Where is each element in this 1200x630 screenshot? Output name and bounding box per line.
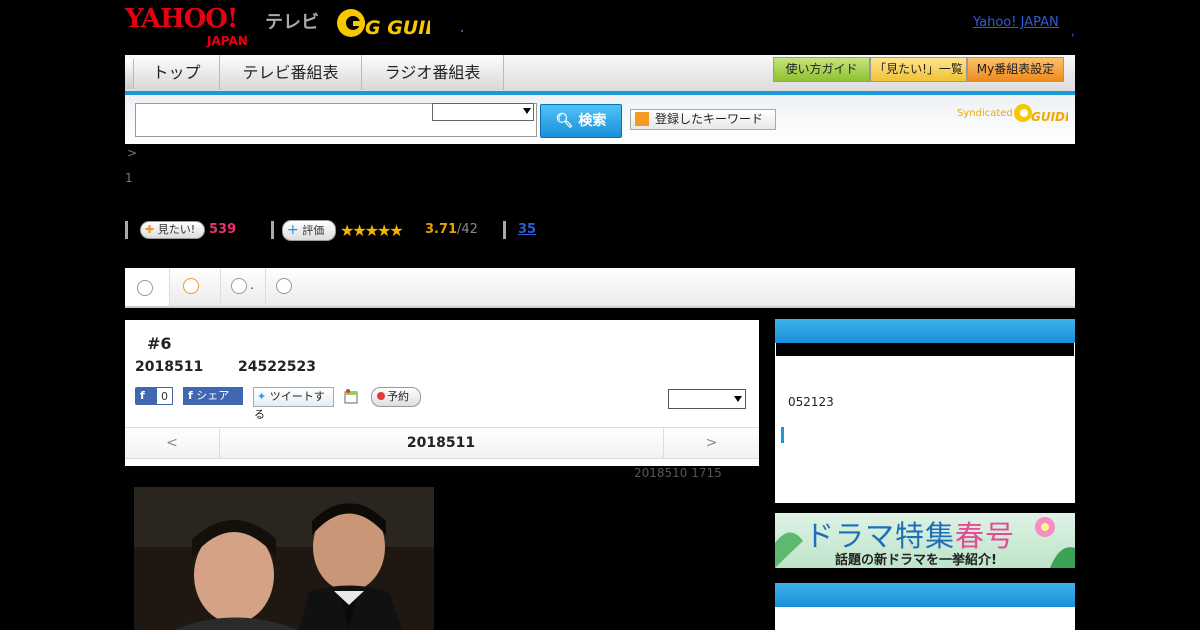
rating-value: 3.71 [425, 222, 458, 237]
header-divider [461, 30, 463, 32]
plus-icon: ✚ [145, 223, 155, 236]
banner-title-main: ドラマ特集 [805, 519, 956, 553]
search-button[interactable]: 🔍︎ 検索 [540, 104, 622, 138]
rating-count: /42 [457, 222, 478, 237]
breadcrumb: > [127, 146, 138, 160]
gguide-logo-text: G GUIDE [365, 17, 430, 39]
dropdown-arrow-icon [635, 112, 649, 126]
broadcast-date: 2018511 [135, 359, 204, 375]
facebook-like-button[interactable]: f 0 [135, 387, 173, 405]
info-box: 052123 [775, 319, 1075, 503]
banner-title-accent: 春号 [955, 519, 1016, 553]
breadcrumb-sub: 1 [125, 171, 133, 185]
drama-feature-banner[interactable]: ドラマ特集春号 話題の新ドラマを一挙紹介! [775, 513, 1075, 568]
facebook-share-label: シェア [196, 389, 230, 402]
gguide-logo[interactable]: G GUIDE [335, 6, 430, 40]
info-box-header [775, 319, 1075, 343]
nav-tab-top[interactable]: トップ [134, 55, 220, 90]
facebook-icon: f [140, 389, 145, 402]
facebook-icon: f [188, 389, 193, 402]
facebook-share-button[interactable]: f シェア [183, 387, 243, 405]
tab-3[interactable] [221, 268, 266, 306]
tv-logo[interactable]: テレビ [265, 8, 319, 34]
search-category-select[interactable] [432, 103, 534, 121]
next-day-button[interactable]: > [663, 428, 759, 458]
tab-1[interactable] [125, 268, 170, 306]
reviews-link[interactable]: 35 [518, 222, 536, 237]
secondary-box [775, 583, 1075, 630]
search-button-label: 検索 [578, 113, 607, 129]
program-photo [134, 487, 434, 630]
chevron-down-icon [734, 396, 742, 402]
banner-subtitle: 話題の新ドラマを一挙紹介! [835, 553, 997, 568]
program-card: #6 2018511 24522523 f 0 f シェア ✦ ツイートする 予… [125, 320, 759, 466]
secondary-box-header [775, 583, 1075, 607]
program-action-select[interactable] [668, 389, 746, 409]
yahoo-japan-link[interactable]: Yahoo! JAPAN [973, 15, 1059, 30]
saved-keywords-label: 登録したキーワード [655, 112, 764, 126]
add-calendar-icon[interactable] [344, 388, 358, 404]
twitter-icon: ✦ [257, 390, 267, 403]
want-button-label: 見たい! [157, 223, 196, 236]
syndicated-label: Syndicated [957, 108, 1013, 119]
updated-timestamp: 2018510 1715 [634, 466, 722, 480]
chevron-down-icon [523, 108, 531, 114]
reserve-label: 予約 [387, 390, 409, 403]
program-tabs: . [125, 268, 1075, 308]
want-count: 539 [209, 222, 237, 237]
program-photo-image [134, 487, 434, 630]
syndicated-logo-text: GUIDE [1031, 110, 1068, 124]
info-box-title-bar [776, 343, 1074, 356]
usage-guide-button[interactable]: 使い方ガイド [773, 57, 870, 82]
yahoo-logo-japan: JAPAN [207, 34, 248, 48]
nav-tab-radio-guide[interactable]: ラジオ番組表 [362, 55, 504, 90]
play-icon [183, 278, 199, 294]
nav-tab-tv-guide[interactable]: テレビ番組表 [220, 55, 362, 90]
rate-button-label: 評価 [302, 224, 325, 237]
want-button[interactable]: ✚ 見たい! [140, 221, 205, 239]
tab-4[interactable] [266, 268, 310, 306]
info-box-marker [781, 427, 784, 443]
info-box-text: 052123 [788, 395, 834, 409]
yahoo-logo[interactable]: YAHOO! JAPAN [125, 6, 248, 48]
nav-edge [125, 59, 134, 89]
episode-number: #6 [147, 334, 172, 353]
tweet-button[interactable]: ✦ ツイートする [253, 387, 334, 421]
broadcast-time: 24522523 [238, 359, 316, 375]
record-icon [377, 392, 385, 400]
rating-stars: ★★★★★ [340, 221, 404, 240]
stats-divider [503, 221, 506, 239]
play-icon [231, 278, 247, 294]
want-list-button[interactable]: 「見たい!」一覧 [870, 57, 967, 82]
reserve-button[interactable]: 予約 [371, 387, 421, 407]
syndicated-gguide-logo: GUIDE [1014, 104, 1068, 124]
chevron-down-icon [137, 280, 153, 296]
stats-divider [271, 221, 274, 239]
search-icon: 🔍︎ [555, 113, 574, 129]
pager-date: 2018511 [406, 435, 476, 451]
plus-icon: + [287, 222, 299, 238]
tab-2[interactable]: . [170, 268, 254, 306]
my-guide-settings-button[interactable]: My番組表設定 [967, 57, 1064, 82]
saved-keywords-button[interactable]: 登録したキーワード [630, 109, 776, 130]
search-bar: 🔍︎ 検索 登録したキーワード Syndicated GUIDE [125, 95, 1075, 144]
date-pager: < 2018511 > [125, 427, 759, 459]
rate-button[interactable]: + 評価 [282, 220, 336, 241]
facebook-like-count: 0 [156, 387, 173, 405]
stats-divider [125, 221, 128, 239]
play-icon [276, 278, 292, 294]
prev-day-button[interactable]: < [125, 428, 220, 458]
main-nav: トップ テレビ番組表 ラジオ番組表 使い方ガイド 「見たい!」一覧 My番組表設… [125, 55, 1075, 95]
header-link-separator: , [1071, 24, 1075, 38]
